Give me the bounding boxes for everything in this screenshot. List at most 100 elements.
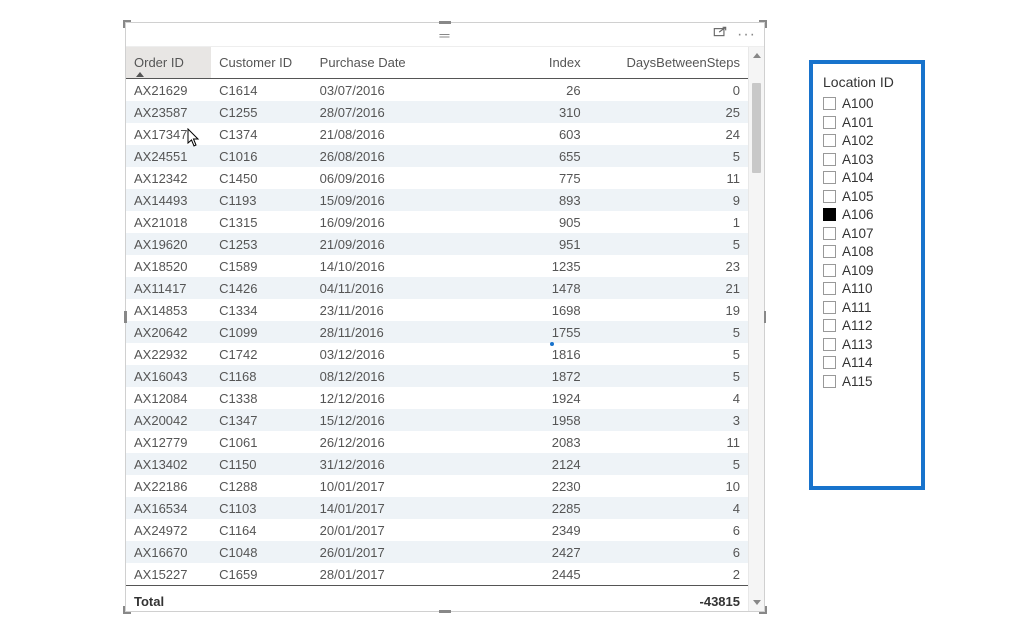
checkbox-icon[interactable] — [823, 282, 836, 295]
column-header-order_id[interactable]: Order ID — [126, 47, 211, 79]
table-row[interactable]: AX21629C161403/07/2016260 — [126, 79, 748, 102]
slicer-item[interactable]: A113 — [823, 337, 911, 352]
table-row[interactable]: AX17347C137421/08/201660324 — [126, 123, 748, 145]
slicer-item[interactable]: A101 — [823, 115, 911, 130]
cell-order_id: AX16534 — [126, 497, 211, 519]
slicer-item[interactable]: A105 — [823, 189, 911, 204]
scroll-up-icon[interactable] — [753, 53, 761, 58]
column-header-customer_id[interactable]: Customer ID — [211, 47, 312, 79]
table-row[interactable]: AX24972C116420/01/201723496 — [126, 519, 748, 541]
slicer-item[interactable]: A111 — [823, 300, 911, 315]
more-options-icon[interactable]: ··· — [737, 26, 756, 44]
checkbox-icon[interactable] — [823, 264, 836, 277]
column-header-days_between_steps[interactable]: DaysBetweenSteps — [589, 47, 748, 79]
cell-customer_id: C1255 — [211, 101, 312, 123]
cell-days_between_steps: 5 — [589, 145, 748, 167]
slicer-item[interactable]: A115 — [823, 374, 911, 389]
cell-days_between_steps: 5 — [589, 453, 748, 475]
checkbox-icon[interactable] — [823, 356, 836, 369]
scroll-thumb[interactable] — [752, 83, 761, 173]
footer-total-value: -43815 — [589, 586, 748, 612]
table-row[interactable]: AX12084C133812/12/201619244 — [126, 387, 748, 409]
slicer-item-label: A106 — [842, 207, 874, 222]
cell-days_between_steps: 24 — [589, 123, 748, 145]
slicer-item[interactable]: A100 — [823, 96, 911, 111]
table-row[interactable]: AX14853C133423/11/2016169819 — [126, 299, 748, 321]
resize-handle-left[interactable] — [124, 311, 127, 323]
table-row[interactable]: AX12342C145006/09/201677511 — [126, 167, 748, 189]
checkbox-icon[interactable] — [823, 301, 836, 314]
table-row[interactable]: AX16043C116808/12/201618725 — [126, 365, 748, 387]
cell-customer_id: C1426 — [211, 277, 312, 299]
table-visual[interactable]: ═ ··· Order IDCustomer IDPurchase DateIn… — [125, 22, 765, 612]
table-row[interactable]: AX20642C109928/11/201617555 — [126, 321, 748, 343]
cell-purchase_date: 26/01/2017 — [312, 541, 466, 563]
column-header-purchase_date[interactable]: Purchase Date — [312, 47, 466, 79]
table-row[interactable]: AX22186C128810/01/2017223010 — [126, 475, 748, 497]
slicer-item[interactable]: A110 — [823, 281, 911, 296]
cell-purchase_date: 14/10/2016 — [312, 255, 466, 277]
table-row[interactable]: AX23587C125528/07/201631025 — [126, 101, 748, 123]
slicer-item-label: A105 — [842, 189, 874, 204]
checkbox-icon[interactable] — [823, 134, 836, 147]
table-row[interactable]: AX24551C101626/08/20166555 — [126, 145, 748, 167]
slicer-item[interactable]: A107 — [823, 226, 911, 241]
table-row[interactable]: AX13402C115031/12/201621245 — [126, 453, 748, 475]
resize-handle-tl[interactable] — [123, 20, 131, 28]
slicer-item[interactable]: A109 — [823, 263, 911, 278]
table-row[interactable]: AX16670C104826/01/201724276 — [126, 541, 748, 563]
table-footer-row: Total -43815 — [126, 586, 748, 612]
resize-handle-bottom[interactable] — [439, 610, 451, 613]
checkbox-icon[interactable] — [823, 208, 836, 221]
checkbox-icon[interactable] — [823, 375, 836, 388]
slicer-item[interactable]: A103 — [823, 152, 911, 167]
cell-purchase_date: 08/12/2016 — [312, 365, 466, 387]
cell-index: 2124 — [466, 453, 589, 475]
slicer-item[interactable]: A104 — [823, 170, 911, 185]
resize-handle-tr[interactable] — [759, 20, 767, 28]
table-row[interactable]: AX14493C119315/09/20168939 — [126, 189, 748, 211]
checkbox-icon[interactable] — [823, 227, 836, 240]
location-slicer[interactable]: Location ID A100A101A102A103A104A105A106… — [809, 60, 925, 490]
slicer-item[interactable]: A108 — [823, 244, 911, 259]
cell-customer_id: C1659 — [211, 563, 312, 586]
table-row[interactable]: AX19620C125321/09/20169515 — [126, 233, 748, 255]
table-row[interactable]: AX21018C131516/09/20169051 — [126, 211, 748, 233]
checkbox-icon[interactable] — [823, 153, 836, 166]
cell-index: 775 — [466, 167, 589, 189]
resize-handle-bl[interactable] — [123, 606, 131, 614]
checkbox-icon[interactable] — [823, 190, 836, 203]
table-row[interactable]: AX12779C106126/12/2016208311 — [126, 431, 748, 453]
resize-handle-top[interactable] — [439, 21, 451, 24]
checkbox-icon[interactable] — [823, 116, 836, 129]
checkbox-icon[interactable] — [823, 171, 836, 184]
cell-customer_id: C1061 — [211, 431, 312, 453]
cell-index: 2349 — [466, 519, 589, 541]
vertical-scrollbar[interactable] — [748, 47, 764, 611]
table-row[interactable]: AX20042C134715/12/201619583 — [126, 409, 748, 431]
table-row[interactable]: AX18520C158914/10/2016123523 — [126, 255, 748, 277]
scroll-down-icon[interactable] — [753, 600, 761, 605]
checkbox-icon[interactable] — [823, 319, 836, 332]
focus-mode-icon[interactable] — [713, 26, 727, 43]
table-row[interactable]: AX11417C142604/11/2016147821 — [126, 277, 748, 299]
table-row[interactable]: AX22932C174203/12/201618165 — [126, 343, 748, 365]
cell-order_id: AX13402 — [126, 453, 211, 475]
column-header-index[interactable]: Index — [466, 47, 589, 79]
table-row[interactable]: AX15227C165928/01/201724452 — [126, 563, 748, 586]
checkbox-icon[interactable] — [823, 338, 836, 351]
cell-order_id: AX17347 — [126, 123, 211, 145]
table-row[interactable]: AX16534C110314/01/201722854 — [126, 497, 748, 519]
checkbox-icon[interactable] — [823, 97, 836, 110]
cell-order_id: AX19620 — [126, 233, 211, 255]
slicer-item[interactable]: A102 — [823, 133, 911, 148]
cell-order_id: AX22932 — [126, 343, 211, 365]
drag-handle-icon[interactable]: ═ — [440, 27, 451, 43]
slicer-item[interactable]: A106 — [823, 207, 911, 222]
checkbox-icon[interactable] — [823, 245, 836, 258]
slicer-item[interactable]: A112 — [823, 318, 911, 333]
cell-purchase_date: 23/11/2016 — [312, 299, 466, 321]
slicer-item-label: A115 — [842, 374, 873, 389]
cell-index: 1755 — [466, 321, 589, 343]
slicer-item[interactable]: A114 — [823, 355, 911, 370]
